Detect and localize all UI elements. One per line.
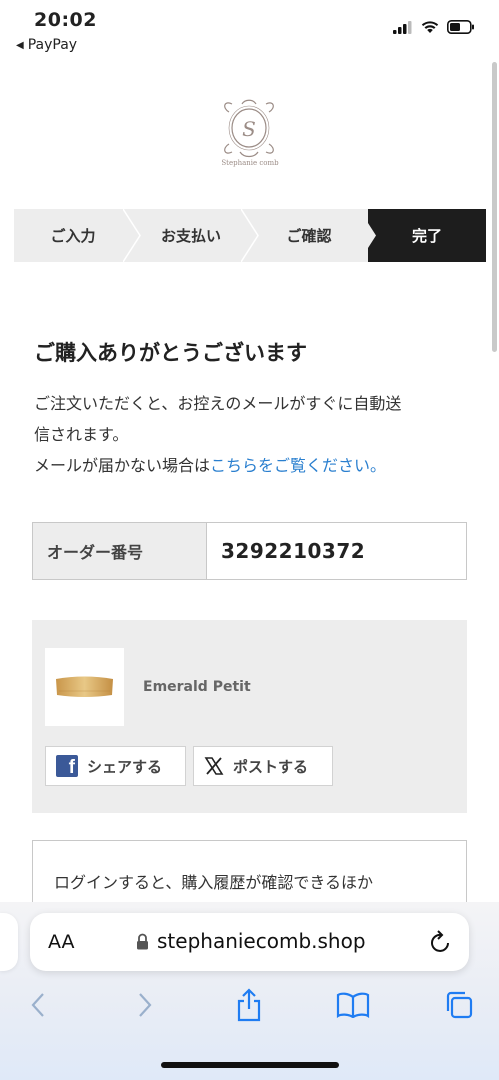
home-indicator[interactable] (161, 1062, 339, 1068)
order-number-table: オーダー番号 3292210372 (32, 522, 467, 580)
tabs-button[interactable] (439, 985, 479, 1025)
message-line: 信されます。 (34, 425, 129, 444)
step-label: お支払い (160, 227, 221, 245)
facebook-icon: f (56, 755, 78, 778)
step-chevron-icon (241, 209, 259, 262)
lock-icon (137, 933, 148, 949)
facebook-share-label: シェアする (87, 757, 163, 776)
x-logo-icon (204, 757, 224, 775)
message-line: ご注文いただくと、お控えのメールがすぐに自動送 (34, 394, 402, 413)
svg-text:S: S (242, 117, 256, 141)
previous-tab-peek[interactable] (0, 913, 18, 971)
facebook-share-button[interactable]: f シェアする (45, 746, 186, 786)
step-payment: お支払い (132, 209, 259, 262)
product-thumbnail[interactable] (45, 648, 124, 726)
step-complete: 完了 (368, 209, 486, 262)
message-text: メールが届かない場合は (34, 456, 211, 475)
url-display[interactable]: stephaniecomb.shop (136, 929, 366, 953)
reader-settings-button[interactable]: AA (48, 931, 75, 953)
step-confirm: ご確認 (250, 209, 376, 262)
x-post-button[interactable]: ポストする (193, 746, 333, 786)
page-title: ご購入ありがとうございます (34, 341, 307, 365)
share-icon (237, 988, 261, 1022)
order-number-label: オーダー番号 (33, 523, 207, 579)
address-bar[interactable]: AA stephaniecomb.shop (30, 913, 469, 971)
back-button[interactable] (18, 985, 58, 1025)
x-post-label: ポストする (233, 757, 309, 776)
product-name[interactable]: Emerald Petit (143, 679, 251, 695)
reload-icon[interactable] (429, 929, 453, 955)
status-time: 20:02 (34, 9, 97, 31)
page-scrollbar[interactable] (492, 62, 497, 352)
status-icons (393, 20, 475, 34)
mail-help-link[interactable]: こちらをご覧ください。 (210, 456, 386, 475)
bookmarks-button[interactable] (333, 985, 373, 1025)
back-app-label: PayPay (27, 37, 78, 53)
forward-button[interactable] (125, 985, 165, 1025)
url-text: stephaniecomb.shop (157, 929, 366, 953)
brand-logo-text: Stephanie comb (221, 159, 279, 167)
back-triangle-icon: ◀ (16, 39, 24, 51)
status-bar: 20:02 ◀ PayPay (0, 0, 499, 58)
book-icon (336, 992, 370, 1018)
comb-image (56, 676, 113, 697)
step-input: ご入力 (14, 209, 141, 262)
purchased-product-panel: Emerald Petit f シェアする ポストする (32, 620, 467, 813)
step-label: 完了 (411, 227, 442, 245)
chevron-right-icon (139, 993, 152, 1017)
step-chevron-icon (123, 209, 141, 262)
login-prompt-text: ログインすると、購入履歴が確認できるほか (54, 873, 374, 892)
step-chevron-icon (359, 209, 376, 262)
share-button[interactable] (229, 985, 269, 1025)
order-number-value: 3292210372 (221, 539, 366, 563)
step-label: ご確認 (286, 227, 332, 245)
checkout-steps: ご入力 お支払い ご確認 完了 (14, 209, 486, 262)
step-label: ご入力 (50, 227, 96, 245)
thanks-message: ご注文いただくと、お控えのメールがすぐに自動送 信されます。 メールが届かない場… (34, 388, 474, 481)
browser-nav-row (0, 985, 499, 1025)
battery-icon (447, 20, 474, 34)
tabs-icon (446, 991, 473, 1019)
chevron-left-icon (31, 993, 44, 1017)
back-to-app-button[interactable]: ◀ PayPay (16, 37, 77, 53)
wifi-icon (421, 21, 439, 33)
cellular-signal-icon (393, 20, 412, 34)
message-line: メールが届かない場合はこちらをご覧ください。 (34, 450, 474, 481)
